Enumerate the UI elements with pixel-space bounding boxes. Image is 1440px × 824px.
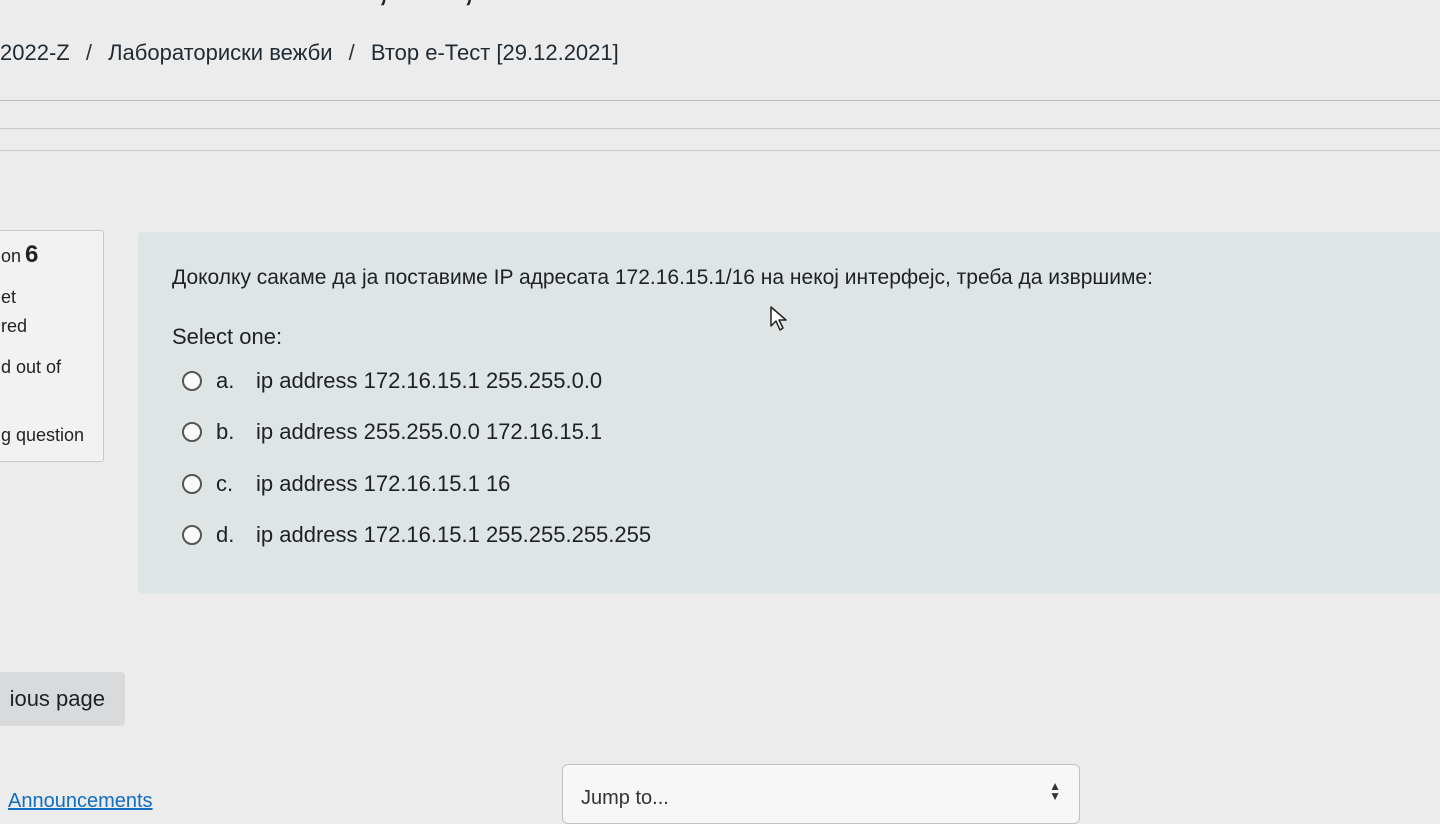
breadcrumb-section[interactable]: Лабораториски вежби — [108, 40, 332, 65]
option-letter: a. — [216, 368, 235, 393]
question-answered: red — [1, 316, 28, 336]
option-letter: b. — [216, 419, 235, 444]
radio-button[interactable] — [182, 371, 202, 391]
question-number: on 6 — [1, 241, 39, 268]
breadcrumb-separator: / — [348, 40, 355, 65]
answer-option-a[interactable]: a. ip address 172.16.15.1 255.255.0.0 — [182, 366, 602, 396]
divider — [0, 128, 1440, 129]
answer-option-c[interactable]: c. ip address 172.16.15.1 16 — [182, 469, 510, 499]
mouse-cursor-icon — [770, 306, 787, 331]
question-marks: d out of — [1, 357, 62, 377]
question-text: Доколку сакаме да ја поставиме IP адреса… — [172, 266, 1153, 289]
answer-option-b[interactable]: b. ip address 255.255.0.0 172.16.15.1 — [182, 417, 602, 447]
select-one-prompt: Select one: — [172, 324, 283, 349]
question-number-value: 6 — [25, 241, 39, 268]
option-text: ip address 255.255.0.0 172.16.15.1 — [256, 419, 603, 444]
previous-page-button[interactable]: ious page — [0, 672, 125, 726]
answer-option-d[interactable]: d. ip address 172.16.15.1 255.255.255.25… — [182, 520, 651, 550]
flag-question-link[interactable]: g question — [1, 425, 84, 446]
option-text: ip address 172.16.15.1 255.255.0.0 — [256, 368, 603, 393]
breadcrumb-course[interactable]: 2022-Z — [0, 40, 70, 65]
option-text: ip address 172.16.15.1 255.255.255.255 — [256, 522, 652, 547]
radio-button[interactable] — [182, 525, 202, 545]
jump-to-value: Jump to... — [581, 787, 669, 809]
breadcrumb-quiz[interactable]: Втор е-Тест [29.12.2021] — [371, 40, 619, 65]
breadcrumb: 2022-Z / Лабораториски вежби / Втор е-Те… — [0, 40, 619, 66]
page-title: ИМ, СГ, ММ - 2021/2022/Z — [300, 0, 899, 11]
option-letter: d. — [216, 522, 235, 547]
radio-button[interactable] — [182, 474, 202, 494]
option-letter: c. — [216, 471, 234, 496]
divider — [0, 100, 1440, 101]
jump-to-select[interactable]: Jump to... ▲ ▼ — [562, 764, 1080, 824]
divider — [0, 150, 1440, 151]
radio-button[interactable] — [182, 422, 202, 442]
option-text: ip address 172.16.15.1 16 — [256, 471, 511, 496]
question-content: Доколку сакаме да ја поставиме IP адреса… — [138, 232, 1440, 594]
breadcrumb-separator: / — [85, 40, 92, 65]
select-arrows-icon: ▲ ▼ — [1049, 779, 1061, 803]
question-info-panel: on 6 et red d out of g question — [0, 230, 104, 462]
question-state: et — [1, 287, 17, 307]
